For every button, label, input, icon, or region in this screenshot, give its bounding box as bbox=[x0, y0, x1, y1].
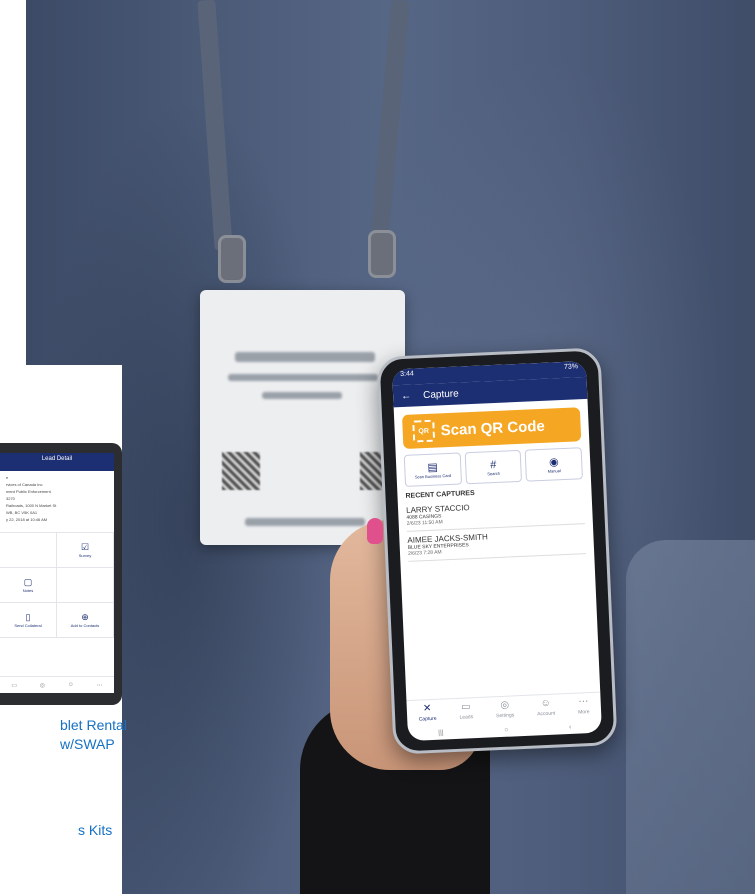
scan-qr-code-button[interactable]: QR Scan QR Code bbox=[401, 407, 582, 449]
lead-line: ment Public Enforcement bbox=[6, 489, 51, 494]
tablet: Lead Detail e rvices of Canada Inc ment … bbox=[0, 443, 122, 705]
nav-account[interactable]: ☺ Account bbox=[537, 697, 556, 718]
badge-location-line bbox=[262, 392, 342, 399]
badge-company-line bbox=[228, 374, 378, 381]
lead-action[interactable]: ▢ Notes bbox=[0, 568, 57, 603]
lead-line: e bbox=[6, 475, 9, 480]
lead-action[interactable] bbox=[0, 533, 57, 568]
capture-options: ▤ Scan Business Card # Search ◉ Manual bbox=[396, 447, 591, 487]
link-line: w/SWAP bbox=[60, 736, 115, 752]
qr-code-icon: QR bbox=[412, 419, 436, 443]
lanyard-clip-left bbox=[218, 235, 246, 283]
badge-footer-line bbox=[245, 518, 365, 526]
capture-option[interactable]: ▤ Scan Business Card bbox=[403, 452, 462, 487]
action-label: Notes bbox=[22, 588, 34, 593]
name-badge bbox=[200, 290, 405, 545]
more-icon[interactable]: ⋯ bbox=[97, 682, 103, 689]
lead-action[interactable]: ▯ Send Collateral bbox=[0, 603, 57, 638]
lead-line: rvices of Canada Inc bbox=[6, 482, 43, 487]
nav-leads[interactable]: ▭ Leads bbox=[459, 701, 474, 721]
battery-level: 73% bbox=[563, 363, 579, 371]
notes-icon: ▢ bbox=[23, 577, 33, 587]
leads-icon: ▭ bbox=[460, 701, 471, 713]
back-arrow-icon[interactable]: ← bbox=[401, 390, 411, 401]
lead-line: Railroads, 1000 N Market St bbox=[6, 503, 57, 508]
option-label: Scan Business Card bbox=[414, 472, 452, 480]
nav-settings[interactable]: ◎ Settings bbox=[495, 699, 515, 720]
collateral-icon: ▯ bbox=[25, 612, 31, 622]
screen-title: Capture bbox=[422, 388, 459, 401]
action-label: Add to Contacts bbox=[70, 623, 100, 628]
lead-action[interactable]: ⊕ Add to Contacts bbox=[57, 603, 114, 638]
lead-line: y 22, 2018 at 10:46 AM bbox=[6, 517, 48, 522]
tablet-title: Lead Detail bbox=[0, 453, 114, 471]
lanyard-clip-right bbox=[368, 230, 396, 278]
nav-more[interactable]: ⋯ More bbox=[578, 696, 590, 716]
hash-icon: # bbox=[489, 458, 497, 471]
lead-action[interactable]: ☑ Survey bbox=[57, 533, 114, 568]
smartphone: 3:44 73% ← Capture QR Scan QR Code ▤ Sca… bbox=[376, 347, 618, 755]
right-arm bbox=[626, 540, 755, 894]
home-icon[interactable]: ○ bbox=[504, 726, 509, 733]
account-icon[interactable]: ☺ bbox=[68, 682, 74, 688]
action-label: Survey bbox=[78, 553, 92, 558]
lead-actions: ☑ Survey ▢ Notes ▯ Send Collateral ⊕ Add to … bbox=[0, 532, 114, 638]
badge-qr-left bbox=[222, 452, 260, 490]
leads-icon[interactable]: ▭ bbox=[11, 682, 17, 689]
survey-icon: ☑ bbox=[80, 542, 90, 552]
more-icon: ⋯ bbox=[578, 696, 589, 708]
settings-icon[interactable]: ◎ bbox=[40, 682, 45, 689]
tablet-screen: Lead Detail e rvices of Canada Inc ment … bbox=[0, 453, 114, 693]
nav-label: Settings bbox=[495, 712, 515, 720]
nav-label: More bbox=[578, 709, 590, 716]
nav-label: Capture bbox=[418, 715, 437, 723]
phone-screen: 3:44 73% ← Capture QR Scan QR Code ▤ Sca… bbox=[391, 360, 603, 742]
tablet-bottom-nav: ▭ ◎ ☺ ⋯ bbox=[0, 676, 114, 693]
badge-name-line bbox=[235, 352, 375, 362]
lead-line: 3270 bbox=[6, 496, 15, 501]
recents-icon[interactable]: ||| bbox=[438, 729, 444, 736]
kits-link[interactable]: s Kits bbox=[78, 821, 112, 840]
account-icon: ☺ bbox=[540, 697, 552, 710]
product-panel: Lead Detail e rvices of Canada Inc ment … bbox=[0, 365, 127, 894]
fingernail bbox=[367, 518, 383, 544]
tablet-rental-link[interactable]: blet Rental w/SWAP bbox=[60, 716, 127, 754]
option-label: Manual bbox=[547, 467, 561, 474]
lead-line: WB, BC V5K 0A1 bbox=[6, 510, 38, 515]
status-time: 3:44 bbox=[400, 370, 414, 379]
scan-qr-label: Scan QR Code bbox=[440, 417, 546, 439]
action-label: Send Collateral bbox=[14, 623, 42, 628]
back-icon[interactable]: ‹ bbox=[569, 723, 572, 730]
lead-details: e rvices of Canada Inc ment Public Enfor… bbox=[0, 471, 114, 528]
link-line: blet Rental bbox=[60, 717, 127, 733]
add-contacts-icon: ⊕ bbox=[81, 612, 89, 622]
capture-icon: ✕ bbox=[422, 703, 432, 715]
nav-label: Leads bbox=[459, 714, 474, 721]
capture-option[interactable]: ◉ Manual bbox=[524, 447, 583, 482]
left-margin bbox=[0, 0, 26, 365]
nav-label: Account bbox=[537, 710, 556, 718]
manual-entry-icon: ◉ bbox=[548, 455, 559, 469]
lead-action[interactable] bbox=[57, 568, 114, 603]
business-card-icon: ▤ bbox=[427, 461, 439, 474]
option-label: Search bbox=[487, 470, 501, 476]
capture-option[interactable]: # Search bbox=[464, 449, 523, 485]
list-item[interactable]: AIMEE JACKS-SMITH BLUE SKY ENTERPRISES 2… bbox=[407, 524, 587, 562]
nav-capture[interactable]: ✕ Capture bbox=[418, 703, 437, 723]
settings-icon: ◎ bbox=[500, 699, 510, 711]
